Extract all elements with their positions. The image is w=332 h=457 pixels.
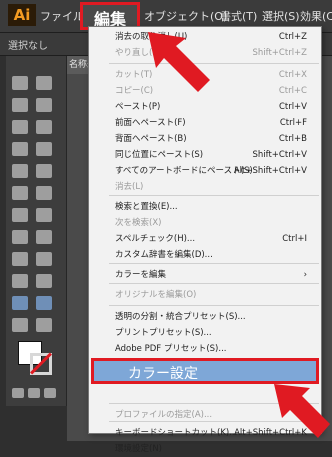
magic-wand-tool-icon[interactable]: [12, 98, 28, 112]
menu-item-shortcut: Alt+Shift+Ctrl+V: [233, 166, 307, 176]
menu-separator: [109, 283, 319, 284]
menu-item-label: ペースト(P): [115, 102, 161, 112]
menu-item: 次を検索(X): [89, 215, 321, 231]
rotate-tool-icon[interactable]: [12, 208, 28, 222]
menu-item-label: プリントプリセット(S)...: [115, 328, 212, 338]
shape-builder-tool-icon[interactable]: [12, 252, 28, 266]
menu-item[interactable]: ペースト(P) Ctrl+V: [89, 99, 321, 115]
menu-item-label: カラー設定: [128, 366, 198, 382]
menu-item-label: 消去(L): [115, 182, 144, 192]
menu-item-label: 環境設定(N): [115, 444, 162, 454]
menu-item[interactable]: プリントプリセット(S)...: [89, 325, 321, 341]
menu-item-label: オリジナルを編集(O): [115, 290, 197, 300]
mesh-tool-icon[interactable]: [12, 274, 28, 288]
lasso-tool-icon[interactable]: [36, 98, 52, 112]
artboard-tool-icon[interactable]: [12, 318, 28, 332]
menu-item-shortcut: Ctrl+V: [278, 102, 307, 112]
menu-item-label: スペルチェック(H)...: [115, 234, 196, 244]
menu-item[interactable]: 同じ位置にペースト(S) Shift+Ctrl+V: [89, 147, 321, 163]
blend-tool-icon[interactable]: [36, 296, 52, 310]
menu-object[interactable]: オブジェクト(O): [144, 8, 227, 24]
none-color-icon: [30, 353, 52, 375]
eyedropper-tool-icon[interactable]: [12, 296, 28, 310]
perspective-grid-tool-icon[interactable]: [36, 252, 52, 266]
menu-item-label: カスタム辞書を編集(D)...: [115, 250, 213, 260]
menu-item-label: キーボードショートカット(K)...: [115, 428, 238, 438]
menu-effect[interactable]: 効果(C): [300, 8, 332, 24]
menu-item[interactable]: カスタム辞書を編集(D)...: [89, 247, 321, 263]
annotation-arrow-top-icon: [148, 32, 210, 92]
menu-item-shortcut: Ctrl+Z: [278, 32, 307, 42]
eraser-tool-icon[interactable]: [36, 186, 52, 200]
menu-select[interactable]: 選択(S): [262, 8, 300, 24]
menu-item-shortcut: Ctrl+X: [278, 70, 307, 80]
menu-item-label: プロファイルの指定(A)...: [115, 410, 213, 420]
menu-item-shortcut: Ctrl+B: [278, 134, 307, 144]
app-logo: Ai: [8, 4, 36, 26]
menu-item-label: カラーを編集: [115, 270, 167, 280]
rectangle-tool-icon[interactable]: [36, 142, 52, 156]
menu-item-label: 検索と置換(E)...: [115, 202, 178, 212]
menu-item-label: 透明の分割・統合プリセット(S)...: [115, 312, 246, 322]
menu-separator: [109, 195, 319, 196]
scale-tool-icon[interactable]: [36, 208, 52, 222]
gradient-mode-icon[interactable]: [28, 388, 40, 398]
selection-tool-icon[interactable]: [12, 76, 28, 90]
menu-item-label: Adobe PDF プリセット(S)...: [115, 344, 227, 354]
free-transform-tool-icon[interactable]: [36, 230, 52, 244]
fill-stroke-swatches[interactable]: [18, 341, 58, 381]
gradient-tool-icon[interactable]: [36, 274, 52, 288]
menu-item[interactable]: 環境設定(N): [89, 441, 321, 457]
menu-item: 消去(L): [89, 179, 321, 195]
pen-tool-icon[interactable]: [12, 120, 28, 134]
menu-item-shortcut: Ctrl+C: [278, 86, 307, 96]
selection-status: 選択なし: [8, 41, 48, 52]
menu-item[interactable]: 透明の分割・統合プリセット(S)...: [89, 309, 321, 325]
menu-item-shortcut: Ctrl+F: [279, 118, 307, 128]
menu-item: オリジナルを編集(O): [89, 287, 321, 303]
none-mode-icon[interactable]: [44, 388, 56, 398]
menu-item[interactable]: 前面へペースト(F) Ctrl+F: [89, 115, 321, 131]
line-tool-icon[interactable]: [12, 142, 28, 156]
menu-separator: [109, 305, 319, 306]
menu-item-label: 次を検索(X): [115, 218, 162, 228]
menu-item-label: 背面へペースト(B): [115, 134, 187, 144]
pencil-tool-icon[interactable]: [36, 164, 52, 178]
menu-separator: [109, 263, 319, 264]
color-mode-icon[interactable]: [12, 388, 24, 398]
menu-item[interactable]: カラーを編集 ›: [89, 267, 321, 283]
menu-type[interactable]: 書式(T): [220, 8, 257, 24]
menu-item[interactable]: Adobe PDF プリセット(S)...: [89, 341, 321, 357]
slice-tool-icon[interactable]: [36, 318, 52, 332]
menu-item-label: 同じ位置にペースト(S): [115, 150, 204, 160]
blob-brush-tool-icon[interactable]: [12, 186, 28, 200]
menu-item-shortcut: Ctrl+I: [282, 234, 307, 244]
direct-selection-tool-icon[interactable]: [36, 76, 52, 90]
annotation-arrow-bottom-icon: [274, 384, 330, 438]
paintbrush-tool-icon[interactable]: [12, 164, 28, 178]
tools-panel: [6, 56, 67, 406]
menu-item-shortcut: Shift+Ctrl+V: [252, 150, 307, 160]
chevron-right-icon: ›: [303, 270, 307, 280]
type-tool-icon[interactable]: [36, 120, 52, 134]
menu-item-label: すべてのアートボードにペースト(S): [115, 166, 253, 176]
menu-item[interactable]: 背面へペースト(B) Ctrl+B: [89, 131, 321, 147]
menu-item-label: 前面へペースト(F): [115, 118, 186, 128]
width-tool-icon[interactable]: [12, 230, 28, 244]
menu-item[interactable]: スペルチェック(H)... Ctrl+I: [89, 231, 321, 247]
menu-item[interactable]: すべてのアートボードにペースト(S) Alt+Shift+Ctrl+V: [89, 163, 321, 179]
menu-item[interactable]: 検索と置換(E)...: [89, 199, 321, 215]
menu-item-shortcut: Shift+Ctrl+Z: [252, 48, 307, 58]
